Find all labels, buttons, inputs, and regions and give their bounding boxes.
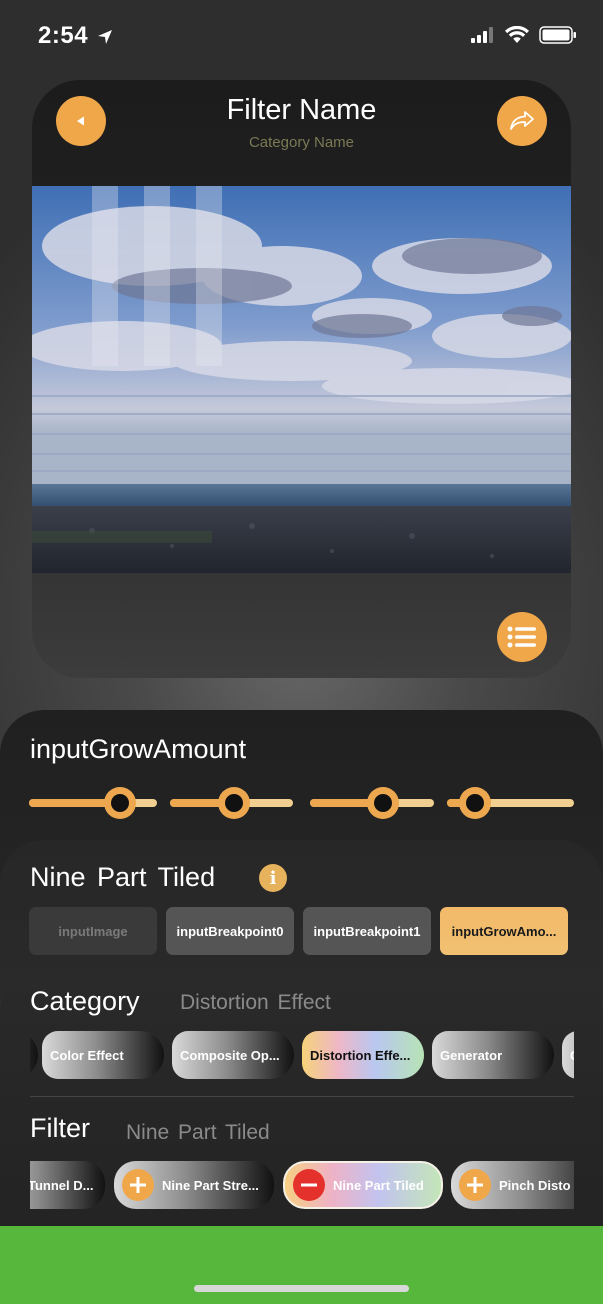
status-icons	[471, 26, 577, 44]
category-chip[interactable]	[30, 1031, 38, 1079]
category-subtitle: Category Name	[248, 134, 355, 151]
category-chip[interactable]: G	[562, 1031, 574, 1079]
slider-knob[interactable]	[218, 787, 251, 819]
slider-0[interactable]	[29, 787, 157, 819]
filter-title: Filter Name	[226, 94, 377, 126]
filter-value: Nine Part Tiled	[126, 1121, 270, 1144]
param-button-inputBreakpoint1[interactable]: inputBreakpoint1	[303, 907, 431, 955]
status-time: 2:54	[38, 22, 113, 50]
beach-sky-photo	[32, 186, 571, 573]
slider-3[interactable]	[447, 787, 574, 819]
list-icon	[507, 626, 536, 648]
slider-knob[interactable]	[103, 787, 136, 819]
slider-1[interactable]	[170, 787, 293, 819]
slider-knob[interactable]	[367, 787, 400, 819]
category-filter-panel: Category Distortion Effect Color Effect …	[0, 968, 603, 1238]
filter-chip[interactable]: Pinch Disto	[451, 1161, 574, 1209]
slider-knob[interactable]	[459, 787, 492, 819]
location-arrow-icon	[98, 29, 113, 44]
param-button-inputBreakpoint0[interactable]: inputBreakpoint0	[166, 907, 294, 955]
home-indicator[interactable]	[194, 1285, 409, 1292]
wifi-icon	[505, 26, 529, 43]
slider-2[interactable]	[310, 787, 434, 819]
category-chip-selected[interactable]: Distortion Effe...	[302, 1031, 424, 1079]
filter-label: Filter	[30, 1113, 90, 1143]
category-chip[interactable]: Generator	[432, 1031, 554, 1079]
filter-chip-selected[interactable]: Nine Part Tiled	[283, 1161, 443, 1209]
filter-list-button[interactable]	[497, 612, 547, 662]
filter-chip-label: Pinch Disto	[499, 1177, 571, 1193]
battery-icon	[539, 26, 576, 44]
filter-chip-label: Nine Part Tiled	[333, 1177, 424, 1193]
category-value: Distortion Effect	[180, 991, 331, 1014]
category-chip[interactable]: Color Effect	[42, 1031, 164, 1079]
filter-name-heading: Nine Part Tiled	[30, 862, 216, 892]
status-bar: 2:54	[0, 0, 603, 70]
add-filter-icon[interactable]	[459, 1169, 491, 1201]
share-button[interactable]	[497, 96, 547, 146]
filter-chip-label: Nine Part Stre...	[162, 1177, 259, 1193]
filter-chip[interactable]: Nine Part Stre...	[114, 1161, 274, 1209]
param-button-inputGrowAmount[interactable]: inputGrowAmo...	[440, 907, 568, 955]
filtered-image-preview	[32, 186, 571, 573]
share-arrow-icon	[510, 111, 534, 130]
parameter-name: inputGrowAmount	[30, 734, 247, 764]
category-chip-scroller[interactable]: Color Effect Composite Op... Distortion …	[30, 1031, 574, 1079]
category-chip[interactable]: Composite Op...	[172, 1031, 294, 1079]
cellular-signal-icon	[471, 27, 493, 43]
preview-card: Filter Name Category Name	[32, 80, 571, 678]
filter-chip[interactable]: Tunnel D...	[30, 1161, 105, 1209]
filter-chip-label: Tunnel D...	[30, 1177, 94, 1193]
info-icon[interactable]: i	[259, 864, 287, 892]
param-button-inputImage[interactable]: inputImage	[29, 907, 157, 955]
bottom-bar	[0, 1226, 603, 1304]
add-filter-icon[interactable]	[122, 1169, 154, 1201]
row-divider	[30, 1096, 574, 1097]
category-label: Category	[30, 986, 140, 1016]
remove-filter-icon[interactable]	[293, 1169, 325, 1201]
filter-chip-scroller[interactable]: Tunnel D... Nine Part Stre... Nine Part …	[30, 1161, 574, 1209]
